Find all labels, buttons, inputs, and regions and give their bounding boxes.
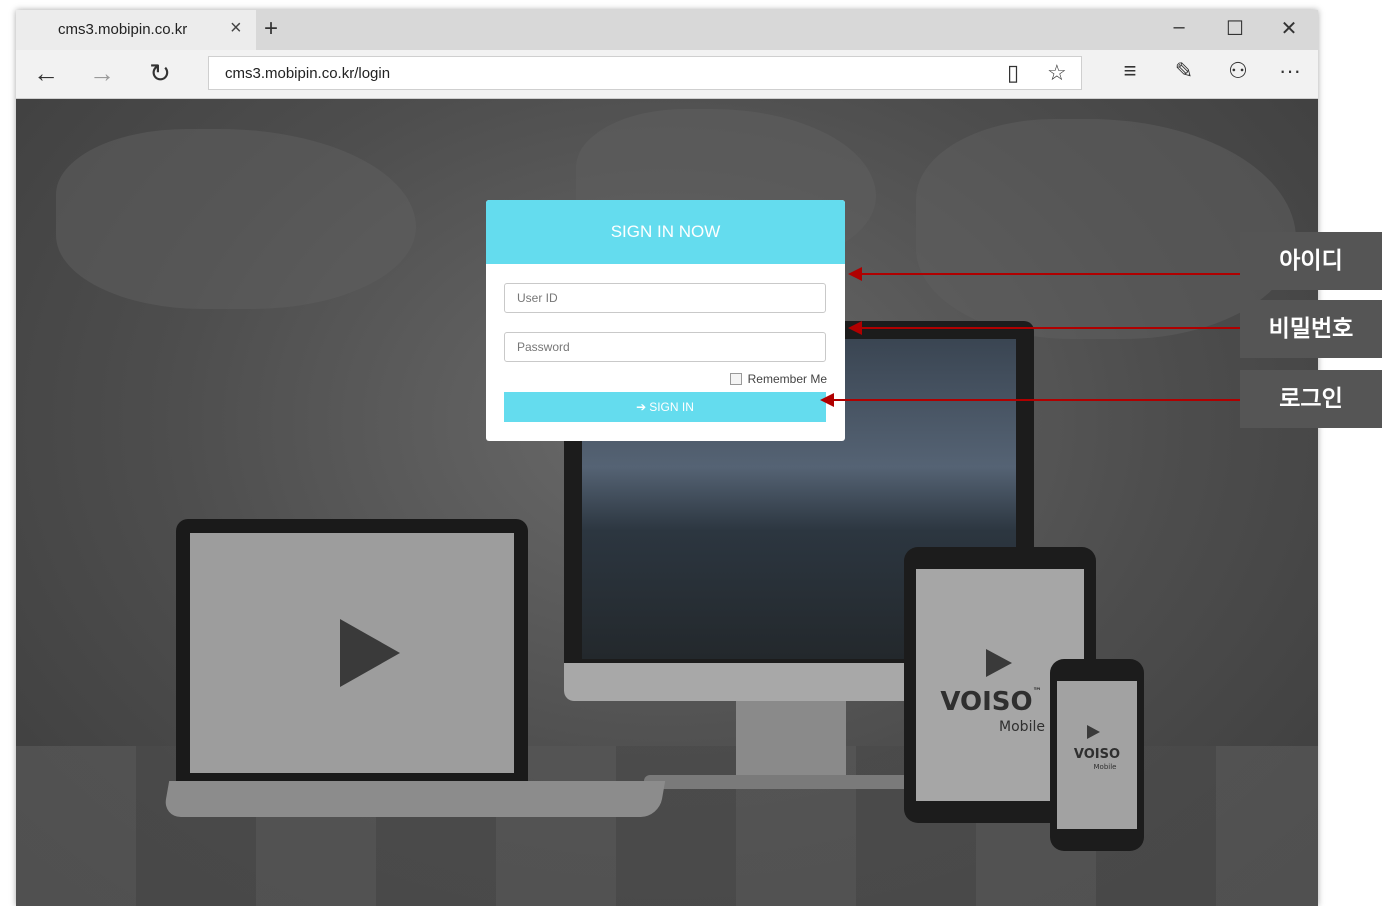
map-continent — [916, 119, 1296, 339]
login-header: SIGN IN NOW — [486, 200, 845, 264]
brand-trademark: ™ — [1032, 687, 1042, 697]
annotation-arrow-line — [832, 399, 1240, 401]
favorite-star-icon[interactable]: ☆ — [1047, 60, 1067, 86]
web-note-icon[interactable]: ✎ — [1166, 58, 1202, 84]
annotation-arrow-line — [860, 327, 1240, 329]
login-panel: SIGN IN NOW Remember Me ➔ SIGN IN — [486, 200, 845, 441]
tab-bar: cms3.mobipin.co.kr × + – ☐ ✕ — [16, 10, 1318, 50]
play-logo-icon — [986, 649, 1012, 677]
tab-title: cms3.mobipin.co.kr — [58, 21, 188, 38]
monitor-stand — [736, 701, 846, 779]
more-icon[interactable]: ··· — [1272, 58, 1308, 84]
user-id-input[interactable] — [504, 283, 826, 313]
maximize-button[interactable]: ☐ — [1212, 16, 1258, 41]
browser-toolbar: ← → ↻ cms3.mobipin.co.kr/login ▯ ☆ ≡ ✎ ⚇… — [16, 50, 1318, 99]
remember-me-checkbox[interactable] — [729, 373, 742, 385]
sign-in-icon: ➔ — [636, 400, 647, 414]
annotation-login: 로그인 — [1240, 370, 1382, 428]
monitor-base — [644, 775, 914, 789]
share-icon[interactable]: ⚇ — [1220, 58, 1256, 84]
minimize-button[interactable]: – — [1156, 16, 1202, 39]
map-continent — [56, 129, 416, 309]
phone-screen: VOISO Mobile — [1057, 681, 1137, 829]
sign-in-label: SIGN IN — [649, 400, 694, 414]
address-bar[interactable]: cms3.mobipin.co.kr/login ▯ ☆ — [208, 56, 1082, 90]
address-url: cms3.mobipin.co.kr/login — [225, 65, 391, 82]
back-icon[interactable]: ← — [26, 58, 66, 89]
annotation-password: 비밀번호 — [1240, 300, 1382, 358]
laptop-base — [162, 781, 666, 817]
phone-brand-subtitle: Mobile — [1093, 763, 1117, 771]
login-title: SIGN IN NOW — [610, 222, 721, 241]
refresh-icon[interactable]: ↻ — [140, 58, 180, 89]
new-tab-icon[interactable]: + — [264, 15, 278, 43]
browser-tab[interactable]: cms3.mobipin.co.kr × — [16, 10, 256, 50]
close-window-button[interactable]: ✕ — [1266, 16, 1312, 41]
remember-me-label: Remember Me — [747, 372, 827, 386]
sign-in-button[interactable]: ➔ SIGN IN — [504, 392, 826, 422]
hub-icon[interactable]: ≡ — [1112, 58, 1148, 84]
annotation-user-id: 아이디 — [1240, 232, 1382, 290]
tab-close-icon[interactable]: × — [230, 17, 242, 40]
laptop-screen — [190, 533, 514, 773]
laptop-image — [176, 519, 528, 781]
brand-name: VOISO — [940, 687, 1033, 717]
phone-brand-name: VOISO — [1073, 747, 1121, 762]
password-input[interactable] — [504, 332, 826, 362]
page-viewport: VOISO™ Mobile VOISO Mobile SIGN IN NOW R… — [16, 99, 1318, 906]
play-logo-icon — [1087, 725, 1100, 739]
play-logo-icon — [340, 619, 400, 687]
browser-window: cms3.mobipin.co.kr × + – ☐ ✕ ← → ↻ cms3.… — [16, 10, 1318, 906]
forward-icon[interactable]: → — [82, 58, 122, 89]
phone-image: VOISO Mobile — [1050, 659, 1144, 851]
annotation-arrow-line — [860, 273, 1240, 275]
remember-me[interactable]: Remember Me — [729, 372, 827, 386]
reading-view-icon[interactable]: ▯ — [1007, 60, 1019, 86]
